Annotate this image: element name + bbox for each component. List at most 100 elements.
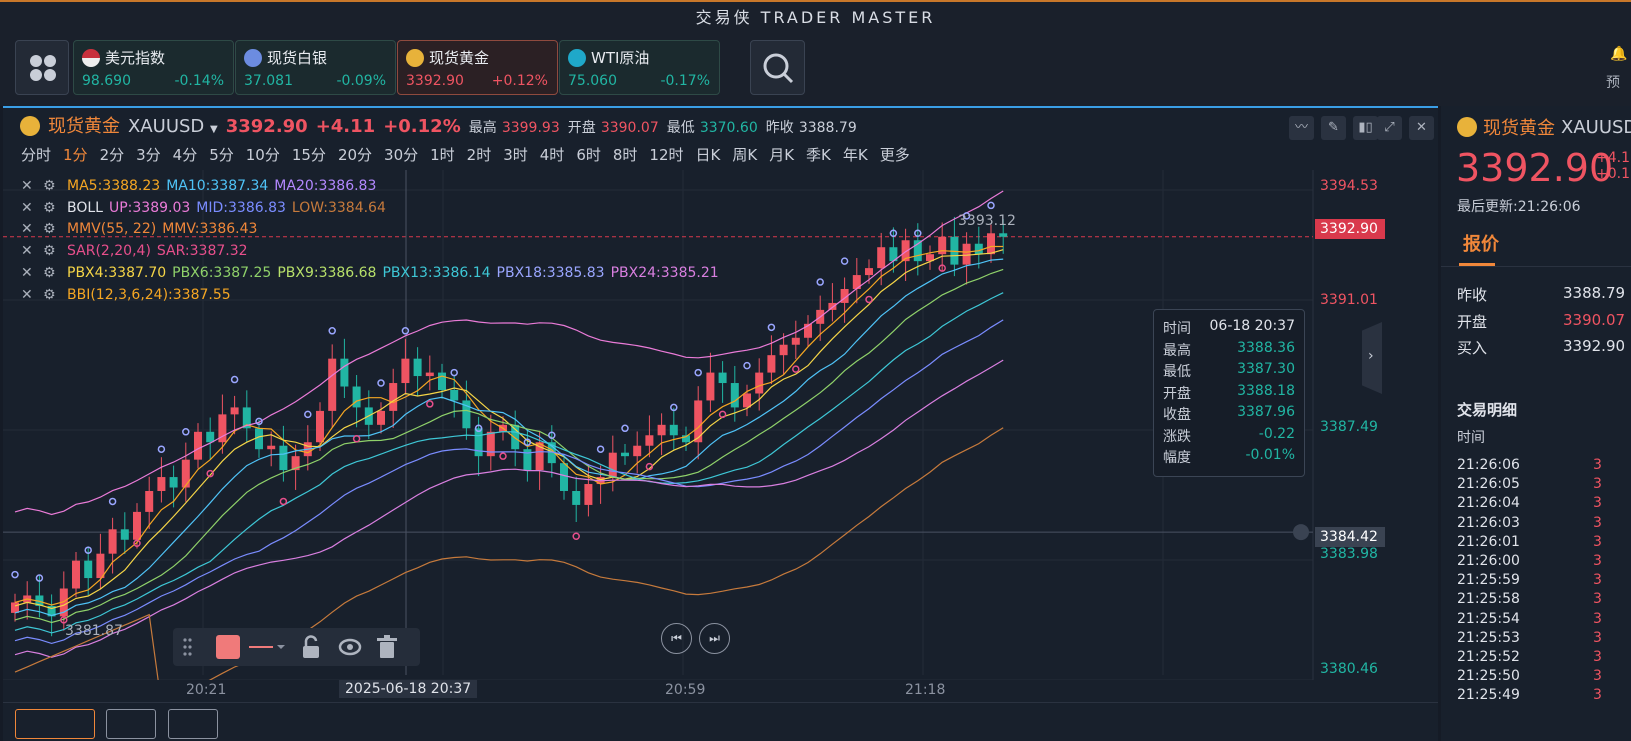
trade-row: 21:26:05 3 xyxy=(1457,475,1631,494)
price-axis-label: 3392.90 xyxy=(1315,219,1385,239)
panel-collapse-button[interactable]: › xyxy=(1362,322,1382,394)
unlock-icon[interactable] xyxy=(303,635,319,658)
indicator-value: SAR:3387.32 xyxy=(156,243,248,260)
remove-indicator-icon[interactable]: ✕ xyxy=(21,219,37,241)
quote-card-silver[interactable]: 现货白银 37.081 -0.09% xyxy=(235,40,396,95)
candle-body xyxy=(401,358,410,384)
trade-row: 21:25:53 3 xyxy=(1457,629,1631,648)
candle-body xyxy=(645,435,654,446)
close-button[interactable]: ✕ xyxy=(1409,116,1434,140)
interval-tab[interactable]: 20分 xyxy=(338,144,372,165)
interval-tab[interactable]: 8时 xyxy=(613,144,638,165)
interval-tab[interactable]: 月K xyxy=(769,144,794,165)
step-forward-button[interactable]: ⏭ xyxy=(699,623,730,654)
candle-body xyxy=(755,372,764,394)
interval-tab[interactable]: 30分 xyxy=(384,144,418,165)
remove-indicator-icon[interactable]: ✕ xyxy=(21,241,37,263)
interval-tab[interactable]: 日K xyxy=(696,144,721,165)
interval-tab[interactable]: 4时 xyxy=(540,144,565,165)
color-swatch[interactable] xyxy=(216,635,240,659)
symbol-code-dropdown[interactable]: XAUUSD ▼ xyxy=(128,116,218,137)
interval-tab[interactable]: 2时 xyxy=(467,144,492,165)
interval-tab[interactable]: 1分 xyxy=(63,144,88,165)
alert-icon xyxy=(1293,524,1309,541)
trade-price: 3 xyxy=(1593,495,1602,512)
search-button[interactable] xyxy=(750,40,805,95)
interval-tab[interactable]: 4分 xyxy=(173,144,198,165)
settings-icon[interactable]: ⚙ xyxy=(43,198,61,220)
candle-body xyxy=(425,372,434,377)
quote-label: 买入 xyxy=(1457,339,1488,357)
candle-body xyxy=(877,247,886,269)
card-change: +0.12% xyxy=(491,73,548,89)
interval-tab[interactable]: 1时 xyxy=(430,144,455,165)
trash-icon[interactable] xyxy=(377,635,397,658)
candle-body xyxy=(157,477,166,491)
open-value: 3390.07 xyxy=(600,120,659,136)
interval-tab[interactable]: 10分 xyxy=(246,144,280,165)
interval-tab[interactable]: 5分 xyxy=(209,144,234,165)
trade-row: 21:26:06 3 xyxy=(1457,456,1631,475)
trade-row: 21:25:52 3 xyxy=(1457,648,1631,667)
quote-card-usd-index[interactable]: 美元指数 98.690 -0.14% xyxy=(73,40,234,95)
settings-icon[interactable]: ⚙ xyxy=(43,263,61,285)
candle-body xyxy=(621,452,629,457)
candle-body xyxy=(230,407,239,415)
quote-card-wti[interactable]: WTI原油 75.060 -0.17% xyxy=(559,40,720,95)
grid-menu-button[interactable] xyxy=(15,40,69,95)
gold-icon xyxy=(20,116,40,136)
indicator-tab[interactable] xyxy=(168,709,218,739)
settings-icon[interactable]: ⚙ xyxy=(43,219,61,241)
interval-tab[interactable]: 更多 xyxy=(880,144,910,165)
pencil-icon: ✎ xyxy=(1328,120,1339,135)
eye-icon[interactable] xyxy=(338,638,362,656)
interval-tab[interactable]: 2分 xyxy=(100,144,125,165)
indicator-value: LOW:3384.64 xyxy=(291,199,386,216)
interval-tab[interactable]: 分时 xyxy=(21,144,51,165)
indicator-button[interactable]: 〰 xyxy=(1289,116,1314,140)
settings-icon[interactable]: ⚙ xyxy=(43,176,61,198)
card-name: 现货白银 xyxy=(267,49,328,67)
trade-row: 21:26:03 3 xyxy=(1457,514,1631,533)
draw-button[interactable]: ✎ xyxy=(1321,116,1346,140)
indicator-value: MMV(55, 22) xyxy=(67,221,157,238)
interval-tab[interactable]: 3时 xyxy=(503,144,528,165)
quote-card-gold[interactable]: 现货黄金 3392.90 +0.12% xyxy=(397,40,558,95)
trade-price: 3 xyxy=(1593,687,1602,704)
trade-time: 21:26:01 xyxy=(1457,533,1520,550)
candle-body xyxy=(352,386,361,408)
interval-tab[interactable]: 季K xyxy=(806,144,831,165)
interval-tab[interactable]: 周K xyxy=(732,144,757,165)
interval-tab[interactable]: 6时 xyxy=(576,144,601,165)
interval-tab[interactable]: 12时 xyxy=(649,144,683,165)
alert-bell-button[interactable]: 🔔 预 xyxy=(1606,46,1627,91)
remove-indicator-icon[interactable]: ✕ xyxy=(21,176,37,198)
sar-dot xyxy=(572,532,580,541)
drag-handle-icon[interactable] xyxy=(183,638,192,656)
settings-icon[interactable]: ⚙ xyxy=(43,241,61,263)
remove-indicator-icon[interactable]: ✕ xyxy=(21,198,37,220)
card-price: 3392.90 xyxy=(406,73,464,89)
price-axis-label: 3387.49 xyxy=(1320,419,1378,435)
candle-body xyxy=(413,358,422,377)
remove-indicator-icon[interactable]: ✕ xyxy=(21,285,37,307)
remove-indicator-icon[interactable]: ✕ xyxy=(21,263,37,285)
interval-tab[interactable]: 年K xyxy=(843,144,868,165)
price-axis-label: 3380.46 xyxy=(1320,661,1378,677)
candle-body xyxy=(767,355,776,373)
card-name: WTI原油 xyxy=(591,49,650,67)
candle-type-button[interactable]: ▮▯ xyxy=(1353,116,1378,140)
step-back-button[interactable]: ⏮ xyxy=(661,623,692,654)
candle-body xyxy=(11,602,19,613)
tab-quote[interactable]: 报价 xyxy=(1463,230,1499,256)
settings-icon[interactable]: ⚙ xyxy=(43,285,61,307)
trade-time: 21:26:04 xyxy=(1457,495,1520,512)
interval-tab[interactable]: 3分 xyxy=(136,144,161,165)
tooltip-key: 涨跌 xyxy=(1163,428,1191,445)
symbol-change: +4.11 xyxy=(315,116,376,137)
interval-tab[interactable]: 15分 xyxy=(292,144,326,165)
expand-button[interactable]: ⤢ xyxy=(1377,116,1402,140)
indicator-tab[interactable] xyxy=(15,709,95,739)
indicator-tab[interactable] xyxy=(106,709,156,739)
caret-down-icon: ▼ xyxy=(210,124,218,135)
